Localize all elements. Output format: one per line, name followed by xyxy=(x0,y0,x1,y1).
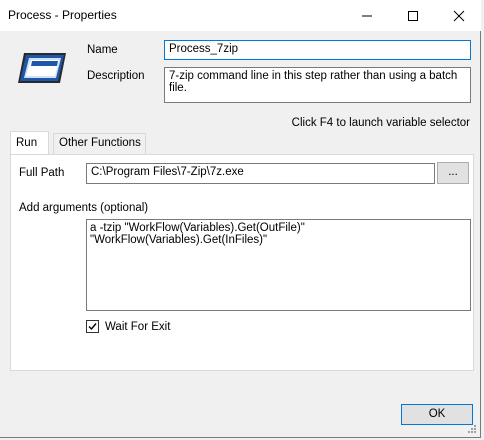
process-window-icon xyxy=(14,49,70,87)
ok-button[interactable]: OK xyxy=(401,404,473,425)
wait-for-exit-checkbox[interactable] xyxy=(86,320,99,333)
arguments-textarea[interactable]: a -tzip "WorkFlow(Variables).Get(OutFile… xyxy=(86,219,471,311)
title-bar[interactable]: Process - Properties xyxy=(0,0,481,31)
full-path-input[interactable]: C:\Program Files\7-Zip\7z.exe xyxy=(86,163,435,184)
window-title: Process - Properties xyxy=(8,8,117,22)
minimize-button[interactable] xyxy=(344,0,390,31)
name-label: Name xyxy=(87,44,118,56)
description-label: Description xyxy=(87,70,145,82)
process-properties-dialog: Process - Properties Name Process_7zip D… xyxy=(0,0,481,438)
tab-other-functions[interactable]: Other Functions xyxy=(53,133,146,154)
wait-for-exit-label[interactable]: Wait For Exit xyxy=(105,321,170,333)
description-input[interactable]: 7-zip command line in this step rather t… xyxy=(164,67,471,103)
full-path-label: Full Path xyxy=(19,167,65,179)
maximize-button[interactable] xyxy=(390,0,436,31)
checkmark-icon xyxy=(88,323,97,331)
browse-button[interactable]: ... xyxy=(437,162,469,184)
minimize-icon xyxy=(362,15,372,17)
maximize-icon xyxy=(408,11,418,21)
resize-grip-icon[interactable] xyxy=(466,423,476,433)
f4-hint-text: Click F4 to launch variable selector xyxy=(291,117,470,129)
args-label: Add arguments (optional) xyxy=(19,202,149,214)
close-icon xyxy=(453,10,465,22)
close-button[interactable] xyxy=(436,0,482,31)
name-input[interactable]: Process_7zip xyxy=(164,40,471,60)
tab-run[interactable]: Run xyxy=(10,131,49,154)
